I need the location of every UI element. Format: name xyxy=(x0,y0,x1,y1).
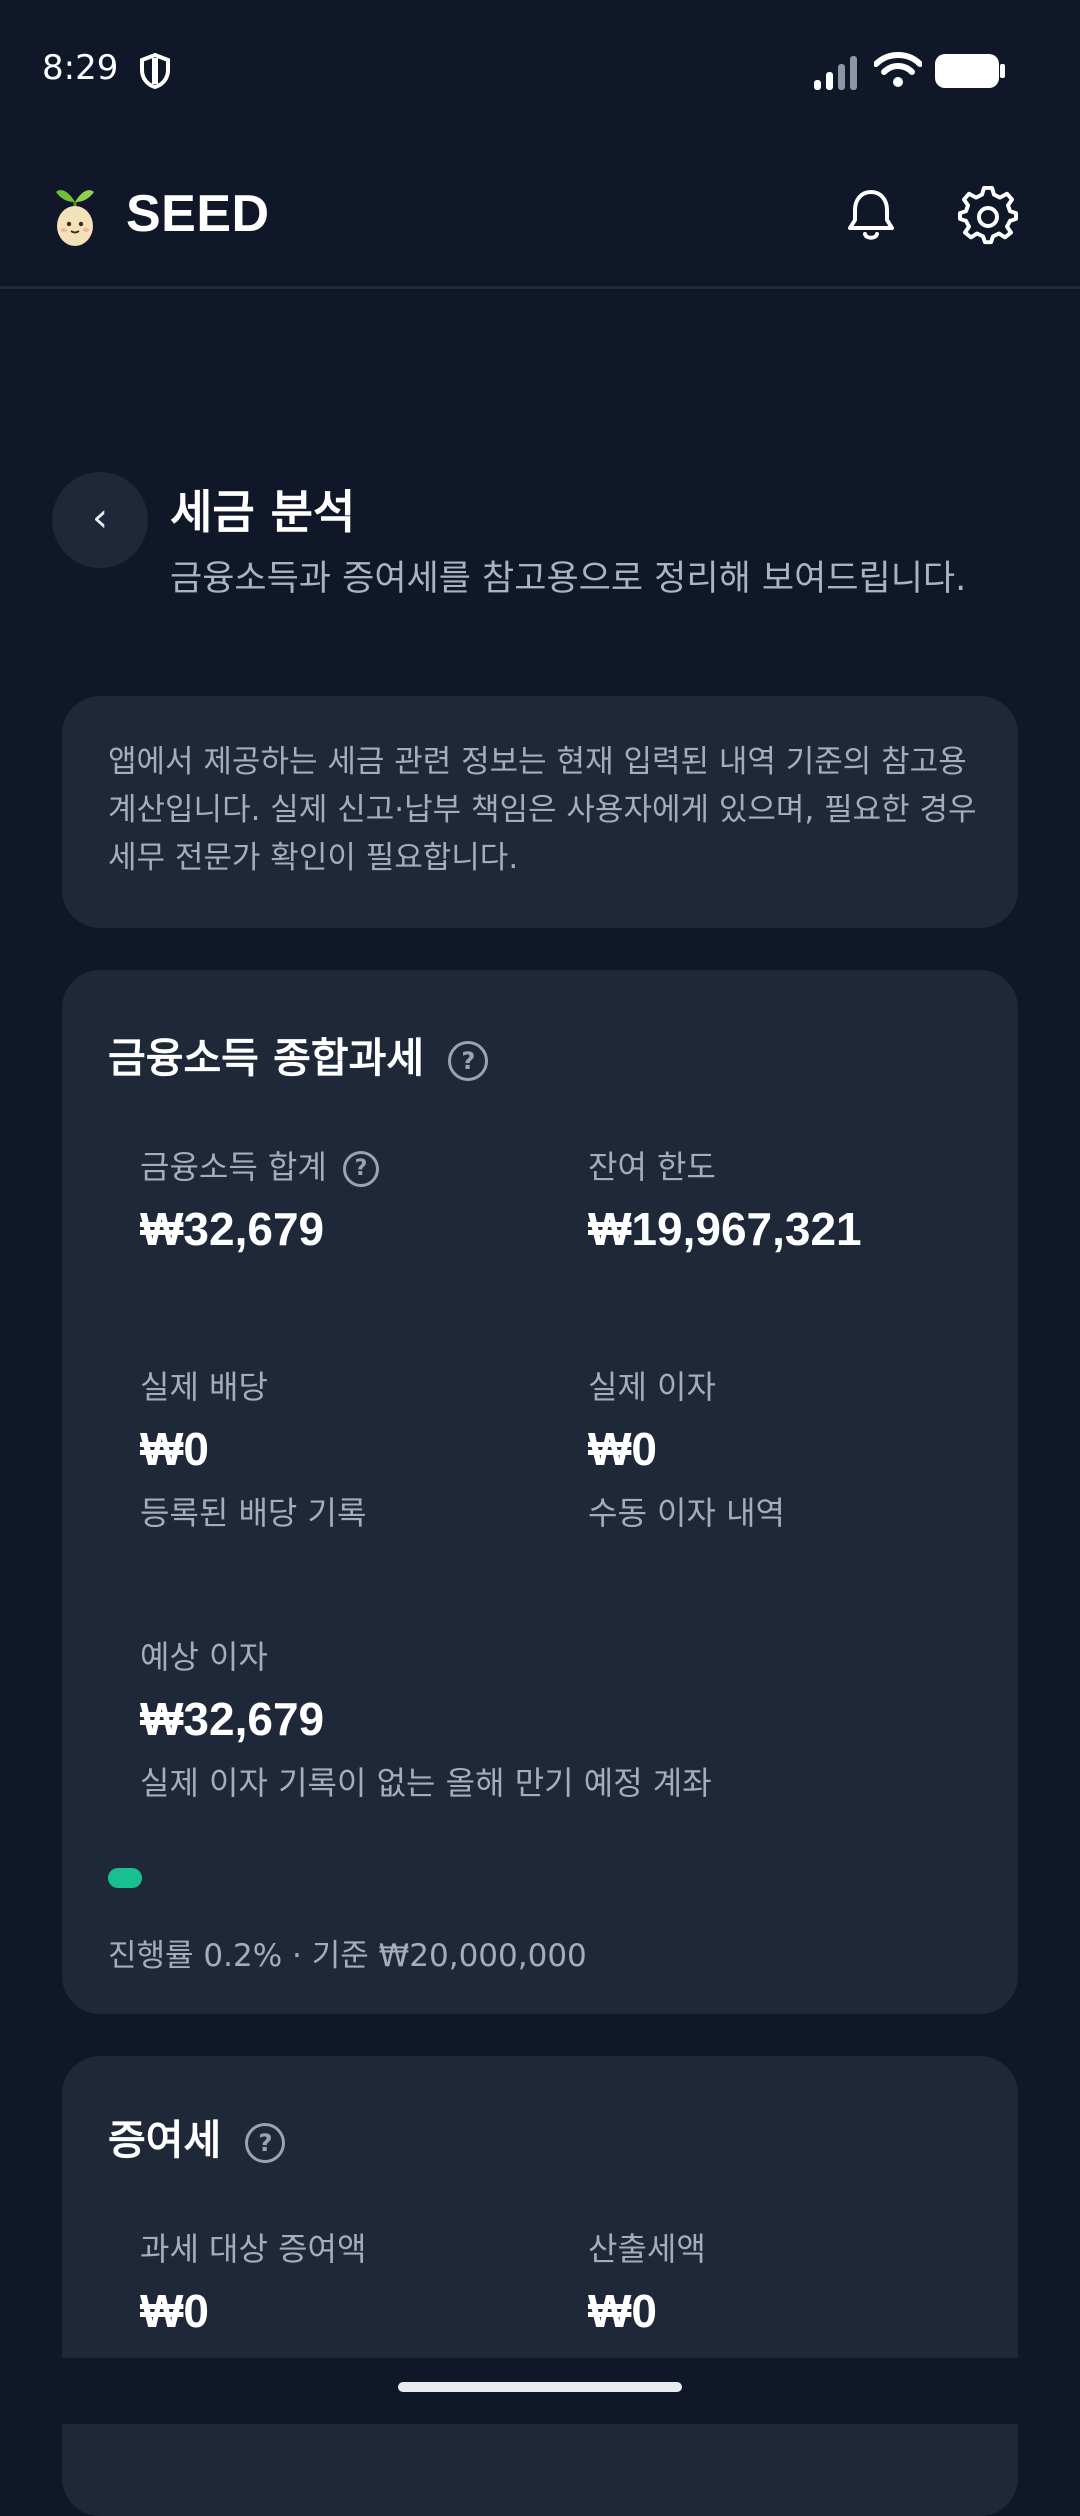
stat-total-income: 금융소득 합계 ? ₩32,679 xyxy=(140,1142,379,1256)
status-bar: 8:29 xyxy=(0,0,1080,140)
progress-fill xyxy=(108,1868,142,1888)
financial-income-title: 금융소득 종합과세 ? xyxy=(108,1024,489,1084)
financial-income-card: 금융소득 종합과세 ? 금융소득 합계 ? ₩32,679 잔여 한도 ₩19,… xyxy=(62,970,1018,2014)
stat-label-text: 금융소득 합계 xyxy=(140,1148,327,1186)
shield-icon xyxy=(140,52,170,90)
brand-title: SEED xyxy=(126,185,270,243)
stat-expected-interest: 예상 이자 ₩32,679 실제 이자 기록이 없는 올해 만기 예정 계좌 xyxy=(140,1632,712,1804)
back-button[interactable]: ‹ xyxy=(52,472,148,568)
bell-icon[interactable] xyxy=(842,186,900,244)
help-icon[interactable]: ? xyxy=(342,1151,379,1187)
stat-note: 등록된 배당 기록 xyxy=(140,1494,367,1532)
stat-label: 예상 이자 xyxy=(140,1638,268,1676)
financial-income-title-text: 금융소득 종합과세 xyxy=(108,1034,425,1082)
stat-label: 과세 대상 증여액 xyxy=(140,2230,367,2268)
stat-label: 실제 배당 xyxy=(140,1368,268,1406)
cell-signal-icon xyxy=(814,56,857,90)
page-subtitle: 금융소득과 증여세를 참고용으로 정리해 보여드립니다. xyxy=(170,559,967,599)
wifi-icon xyxy=(874,52,922,87)
progress-caption: 진행률 0.2% · 기준 ₩20,000,000 xyxy=(108,1938,587,1974)
gift-tax-card: 증여세 ? 과세 대상 증여액 ₩0 산출세액 ₩0 xyxy=(62,2056,1018,2516)
stat-value: ₩32,679 xyxy=(140,1203,325,1255)
stat-label: 실제 이자 xyxy=(588,1368,716,1406)
help-icon[interactable]: ? xyxy=(448,1041,489,1081)
stat-value: ₩0 xyxy=(588,2285,657,2337)
help-icon[interactable]: ? xyxy=(245,2123,286,2163)
disclaimer-card: 앱에서 제공하는 세금 관련 정보는 현재 입력된 내역 기준의 참고용 계산입… xyxy=(62,696,1018,928)
stat-actual-dividend: 실제 배당 ₩0 등록된 배당 기록 xyxy=(140,1362,366,1534)
page-header: ‹ 세금 분석 금융소득과 증여세를 참고용으로 정리해 보여드립니다. xyxy=(0,470,1080,620)
status-time: 8:29 xyxy=(42,48,119,88)
disclaimer-text: 앱에서 제공하는 세금 관련 정보는 현재 입력된 내역 기준의 참고용 계산입… xyxy=(108,744,977,876)
seed-logo-icon xyxy=(56,190,94,246)
home-indicator[interactable] xyxy=(398,2382,682,2392)
stat-note: 실제 이자 기록이 없는 올해 만기 예정 계좌 xyxy=(140,1764,712,1802)
stat-value: ₩0 xyxy=(140,2285,209,2337)
stat-value: ₩32,679 xyxy=(140,1693,325,1745)
stat-actual-interest: 실제 이자 ₩0 수동 이자 내역 xyxy=(588,1362,785,1534)
gift-tax-title-text: 증여세 xyxy=(108,2116,222,2164)
page-title: 세금 분석 xyxy=(170,485,356,539)
stat-value: ₩0 xyxy=(588,1423,657,1475)
stat-label: 산출세액 xyxy=(588,2230,706,2268)
battery-icon xyxy=(935,54,1005,88)
stat-label: 금융소득 합계 ? xyxy=(140,1142,379,1188)
stat-calculated-tax: 산출세액 ₩0 xyxy=(588,2224,706,2338)
stat-value: ₩0 xyxy=(140,1423,209,1475)
stat-remaining-limit: 잔여 한도 ₩19,967,321 xyxy=(588,1142,862,1256)
progress-bar xyxy=(108,1868,972,1888)
gear-icon[interactable] xyxy=(958,186,1018,246)
gift-tax-title: 증여세 ? xyxy=(108,2106,286,2166)
stat-note: 수동 이자 내역 xyxy=(588,1494,785,1532)
stat-taxable-gift: 과세 대상 증여액 ₩0 xyxy=(140,2224,366,2338)
app-bar: SEED xyxy=(0,140,1080,289)
stat-value: ₩19,967,321 xyxy=(588,1203,862,1255)
stat-label: 잔여 한도 xyxy=(588,1148,716,1186)
